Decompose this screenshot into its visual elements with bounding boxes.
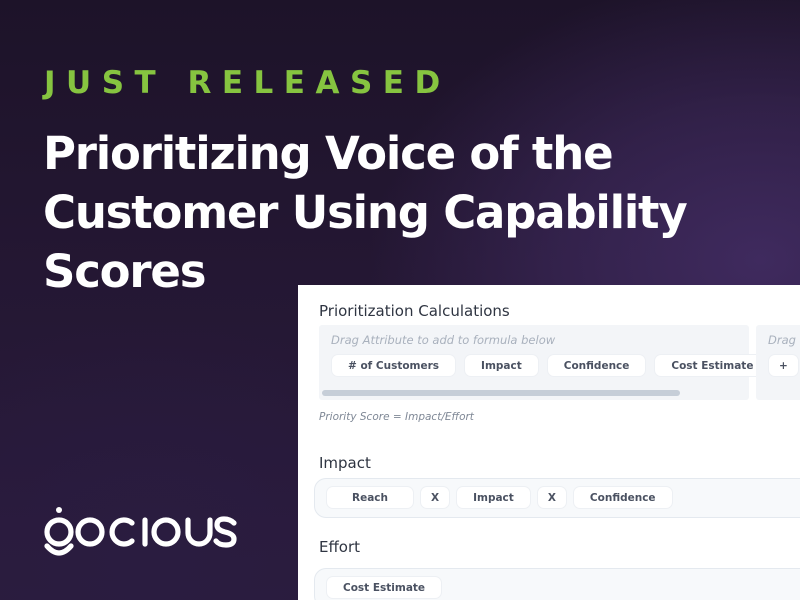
attribute-chip-cost-estimate[interactable]: Cost Estimate xyxy=(654,354,771,377)
headline-line-2: Customer Using Capability xyxy=(43,186,688,239)
headline: Prioritizing Voice of the Customer Using… xyxy=(43,124,763,301)
effort-formula-box[interactable]: Cost Estimate xyxy=(314,568,800,600)
impact-token-multiply[interactable]: X xyxy=(536,486,567,509)
impact-token-reach[interactable]: Reach xyxy=(326,486,414,509)
operator-chip-plus[interactable]: + xyxy=(768,354,799,377)
attribute-chip-row: # of Customers Impact Confidence Cost Es… xyxy=(331,354,771,377)
prioritization-panel: Prioritization Calculations Drag Attribu… xyxy=(298,285,800,600)
operator-chip-row: + xyxy=(768,354,799,377)
effort-token-row: Cost Estimate xyxy=(326,576,443,599)
gocious-logo xyxy=(42,500,242,566)
formula-caption: Priority Score = Impact/Effort xyxy=(319,411,474,423)
impact-token-impact[interactable]: Impact xyxy=(456,486,531,509)
headline-line-1: Prioritizing Voice of the xyxy=(43,127,614,180)
attribute-drag-area: Drag Attribute to add to formula below #… xyxy=(319,325,771,400)
impact-label: Impact xyxy=(319,454,371,472)
kicker-label: JUST RELEASED xyxy=(44,65,451,101)
impact-token-row: Reach X Impact X Confidence xyxy=(326,486,673,509)
attribute-drag-hint: Drag Attribute to add to formula below xyxy=(331,333,556,347)
attribute-chip-confidence[interactable]: Confidence xyxy=(546,354,647,377)
attribute-chip-impact[interactable]: Impact xyxy=(464,354,539,377)
impact-token-confidence[interactable]: Confidence xyxy=(572,486,673,509)
horizontal-scrollbar[interactable] xyxy=(322,390,680,396)
gocious-logo-icon xyxy=(44,507,237,556)
section-title: Prioritization Calculations xyxy=(319,302,510,320)
effort-token-cost-estimate[interactable]: Cost Estimate xyxy=(326,576,443,599)
impact-formula-box[interactable]: Reach X Impact X Confidence xyxy=(314,478,800,518)
operator-drag-area: Drag Operator + xyxy=(756,325,800,400)
attribute-chip-customers[interactable]: # of Customers xyxy=(331,354,457,377)
impact-token-multiply[interactable]: X xyxy=(420,486,451,509)
effort-label: Effort xyxy=(319,538,361,556)
operator-drag-hint: Drag Operator xyxy=(768,333,800,347)
